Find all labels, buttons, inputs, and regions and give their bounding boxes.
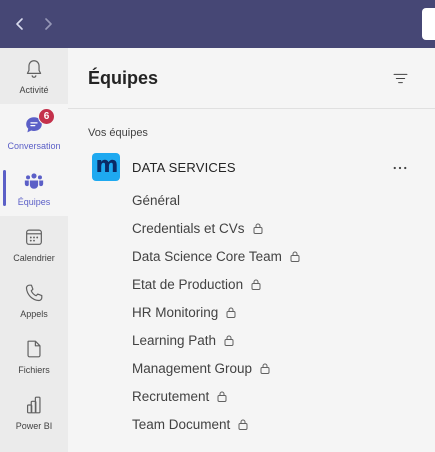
channel-item[interactable]: Team Document [132, 414, 248, 434]
powerbi-icon [26, 396, 41, 413]
channel-item[interactable]: Learning Path [132, 330, 234, 350]
channel-name: Général [132, 192, 181, 208]
channel-item[interactable]: Recrutement [132, 386, 227, 406]
bell-icon [26, 59, 42, 78]
more-options-button[interactable] [390, 158, 410, 178]
channel-name: Management Group [132, 360, 253, 376]
rail-item-files[interactable]: Fichiers [0, 328, 68, 384]
lock-icon [260, 362, 270, 374]
file-icon [27, 340, 41, 357]
rail-label: Activité [19, 84, 49, 95]
lock-icon [290, 250, 300, 262]
rail-label: Équipes [17, 196, 51, 207]
team-avatar: m [92, 153, 120, 181]
teams-panel: Équipes Vos équipes m DATA SERVICES Géné… [68, 48, 435, 452]
channel-item[interactable]: Général [132, 190, 180, 210]
rail-item-teams[interactable]: Équipes [0, 160, 68, 216]
rail-label: Calendrier [13, 252, 55, 263]
rail-label: Conversation [7, 140, 61, 151]
rail-item-powerbi[interactable]: Power BI [0, 384, 68, 440]
channel-name: HR Monitoring [132, 304, 219, 320]
lock-icon [238, 418, 248, 430]
rail-item-activity[interactable]: Activité [0, 48, 68, 104]
channel-item[interactable]: Management Group [132, 358, 270, 378]
avatar-letter: m [95, 152, 119, 178]
channel-name: Data Science Core Team [132, 248, 282, 264]
rail-item-calendar[interactable]: Calendrier [0, 216, 68, 272]
app-rail: Activité 6 Conversation Équipes Calendri… [0, 48, 68, 452]
more-icon [393, 166, 407, 170]
channel-name: Recrutement [132, 388, 210, 404]
rail-item-calls[interactable]: Appels [0, 272, 68, 328]
team-row[interactable]: m DATA SERVICES [84, 152, 429, 184]
lock-icon [224, 334, 234, 346]
rail-label: Fichiers [18, 364, 50, 375]
teams-icon [24, 172, 44, 189]
lock-icon [217, 390, 227, 402]
lock-icon [253, 222, 263, 234]
lock-icon [251, 278, 261, 290]
page-title: Équipes [88, 68, 159, 88]
back-button[interactable] [8, 12, 32, 36]
rail-label: Appels [20, 308, 48, 319]
filter-icon [393, 73, 407, 83]
channel-name: Team Document [132, 416, 231, 432]
search-box[interactable] [422, 8, 435, 40]
lock-icon [226, 306, 236, 318]
panel-header: Équipes [68, 48, 435, 109]
chevron-left-icon [16, 18, 23, 30]
forward-button[interactable] [36, 12, 60, 36]
rail-item-conversation[interactable]: 6 Conversation [0, 104, 68, 160]
chevron-right-icon [45, 18, 52, 30]
channel-item[interactable]: Etat de Production [132, 274, 261, 294]
rail-label: Power BI [15, 420, 53, 431]
channel-item[interactable]: Credentials et CVs [132, 218, 263, 238]
title-bar [0, 0, 435, 48]
channel-name: Etat de Production [132, 276, 244, 292]
section-label: Vos équipes [88, 127, 148, 139]
channel-item[interactable]: HR Monitoring [132, 302, 236, 322]
phone-icon [25, 284, 43, 301]
channel-item[interactable]: Data Science Core Team [132, 246, 300, 266]
unread-badge: 6 [38, 108, 55, 125]
calendar-icon [26, 229, 42, 245]
channel-name: Learning Path [132, 332, 217, 348]
filter-button[interactable] [390, 68, 410, 88]
channel-name: Credentials et CVs [132, 220, 245, 236]
team-name: DATA SERVICES [132, 160, 236, 175]
